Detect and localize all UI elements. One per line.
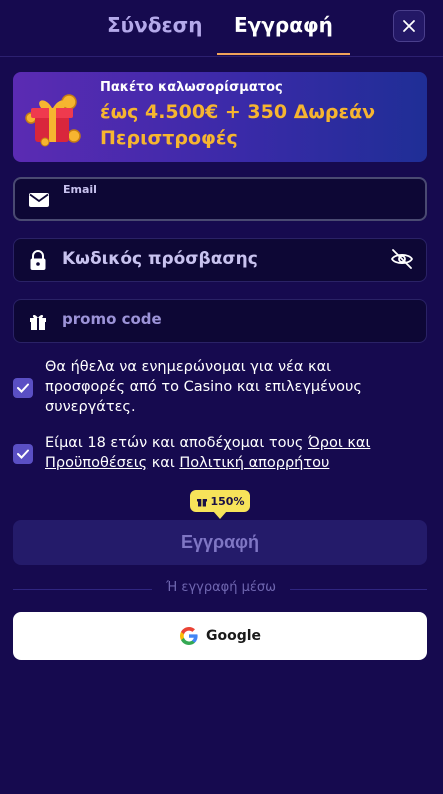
divider-line-left bbox=[13, 589, 152, 590]
promo-code-placeholder: promo code bbox=[62, 310, 162, 328]
active-tab-indicator bbox=[217, 53, 350, 55]
gift-icon bbox=[30, 314, 46, 330]
newsletter-checkbox[interactable] bbox=[13, 378, 33, 398]
banner-offer: έως 4.500€ + 350 Δωρεάν Περιστροφές bbox=[100, 101, 376, 149]
newsletter-consent-text: Θα ήθελα να ενημερώνομαι για νέα και προ… bbox=[45, 359, 362, 415]
terms-checkbox[interactable] bbox=[13, 444, 33, 464]
checkmark-icon bbox=[17, 449, 29, 459]
lock-icon bbox=[30, 250, 46, 270]
gift-coins-icon bbox=[25, 94, 81, 147]
terms-prefix: Είμαι 18 ετών και αποδέχομαι τους bbox=[45, 435, 308, 451]
auth-tabs: Σύνδεση Εγγραφή bbox=[0, 0, 443, 57]
tab-login[interactable]: Σύνδεση bbox=[107, 13, 202, 37]
mail-icon bbox=[29, 193, 49, 207]
email-field[interactable]: Email bbox=[13, 177, 427, 221]
eye-off-icon[interactable] bbox=[390, 247, 414, 271]
email-input[interactable] bbox=[63, 195, 403, 217]
banner-title: Πακέτο καλωσορίσματος bbox=[100, 80, 283, 95]
google-signup-button[interactable]: Google bbox=[13, 612, 427, 660]
terms-and: και bbox=[147, 455, 180, 471]
promo-code-field[interactable]: promo code bbox=[13, 299, 427, 343]
close-button[interactable] bbox=[393, 10, 425, 42]
bonus-badge: 150% bbox=[190, 490, 250, 512]
welcome-bonus-banner: Πακέτο καλωσορίσματος έως 4.500€ + 350 Δ… bbox=[13, 72, 427, 162]
google-button-label: Google bbox=[205, 628, 262, 644]
tab-register[interactable]: Εγγραφή bbox=[234, 13, 333, 37]
terms-consent-text: Είμαι 18 ετών και αποδέχομαι τους Όροι κ… bbox=[45, 433, 380, 473]
badge-pointer bbox=[213, 511, 227, 519]
privacy-policy-link[interactable]: Πολιτική απορρήτου bbox=[179, 455, 329, 471]
password-field[interactable]: Κωδικός πρόσβασης bbox=[13, 238, 427, 282]
bonus-badge-value: 150% bbox=[210, 494, 245, 508]
google-icon bbox=[179, 627, 198, 645]
password-placeholder: Κωδικός πρόσβασης bbox=[62, 249, 258, 269]
gift-icon bbox=[196, 498, 207, 506]
divider-text: Ή εγγραφή μέσω bbox=[165, 580, 277, 595]
divider-line-right bbox=[290, 589, 427, 590]
checkmark-icon bbox=[17, 383, 29, 393]
close-icon bbox=[403, 20, 415, 32]
register-button[interactable]: Εγγραφή bbox=[13, 520, 427, 565]
